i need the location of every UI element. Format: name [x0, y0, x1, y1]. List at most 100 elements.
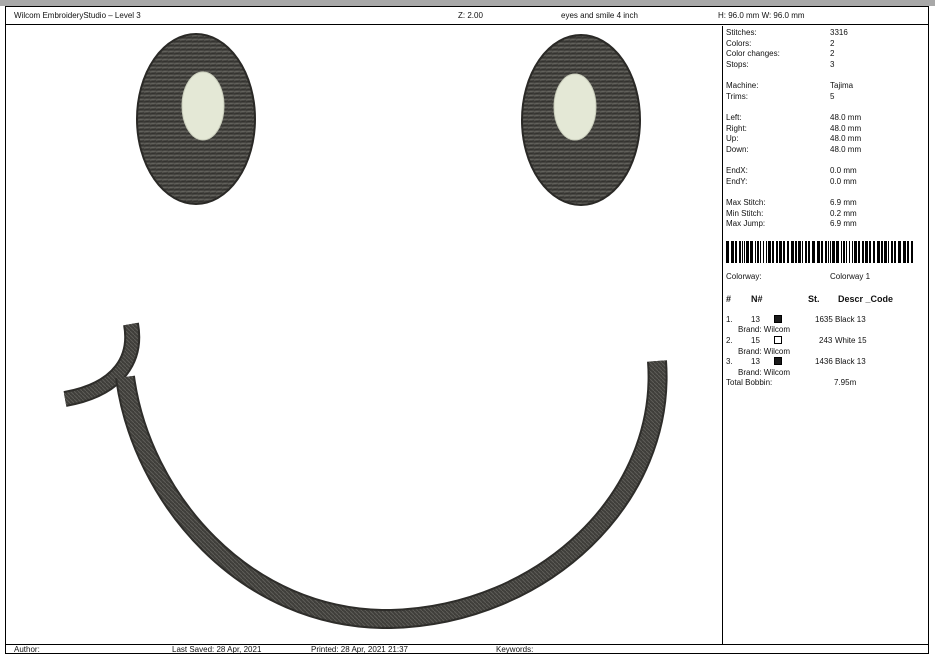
barcode-bar — [739, 241, 741, 263]
color-row-3-stitches: 1436 — [815, 357, 833, 367]
color-row-1-index: 1. — [726, 315, 733, 325]
header-divider — [6, 24, 928, 25]
endy-value: 0.0 mm — [830, 177, 857, 187]
color-row-3-swatch — [774, 357, 782, 365]
machine-value: Tajima — [830, 81, 853, 91]
barcode-bar — [812, 241, 815, 263]
app-title: Wilcom EmbroideryStudio – Level 3 — [14, 11, 141, 21]
barcode-bar — [825, 241, 827, 263]
total-bobbin-label: Total Bobbin: — [726, 378, 772, 388]
barcode-bar — [798, 241, 801, 263]
colorway-label: Colorway: — [726, 272, 762, 282]
min-stitch-value: 0.2 mm — [830, 209, 857, 219]
stitches-label: Stitches: — [726, 28, 757, 38]
barcode-bar — [841, 241, 842, 263]
color-changes-value: 2 — [830, 49, 834, 59]
barcode-bar — [894, 241, 896, 263]
barcode-bar — [881, 241, 883, 263]
colorway-value: Colorway 1 — [830, 272, 870, 282]
barcode-bar — [836, 241, 839, 263]
color-row-3-brand: Brand: Wilcom — [738, 368, 790, 378]
barcode-bar — [884, 241, 887, 263]
total-bobbin-value: 7.95m — [834, 378, 856, 388]
printed-field: Printed: 28 Apr, 2021 21:37 — [311, 645, 408, 655]
keywords-field: Keywords: — [496, 645, 533, 655]
barcode-bar — [903, 241, 906, 263]
left-extent-value: 48.0 mm — [830, 113, 861, 123]
color-row-2-description: White 15 — [835, 336, 867, 346]
barcode-bar — [750, 241, 753, 263]
author-field: Author: — [14, 645, 40, 655]
stitches-value: 3316 — [830, 28, 848, 38]
max-stitch-label: Max Stitch: — [726, 198, 766, 208]
barcode-bar — [776, 241, 778, 263]
color-row-3-description: Black 13 — [835, 357, 866, 367]
endx-value: 0.0 mm — [830, 166, 857, 176]
up-extent-label: Up: — [726, 134, 738, 144]
footer-divider — [6, 644, 928, 645]
color-row-2-brand: Brand: Wilcom — [738, 347, 790, 357]
barcode-bar — [726, 241, 729, 263]
barcode-bar — [865, 241, 868, 263]
color-table-col-index: # — [726, 294, 731, 304]
barcode-bar — [828, 241, 829, 263]
barcode-bar — [862, 241, 864, 263]
barcode-bar — [873, 241, 875, 263]
color-row-1-swatch — [774, 315, 782, 323]
endy-label: EndY: — [726, 177, 747, 187]
barcode-bar — [888, 241, 889, 263]
barcode-bar — [877, 241, 880, 263]
color-row-3-index: 3. — [726, 357, 733, 367]
up-extent-value: 48.0 mm — [830, 134, 861, 144]
barcode-bar — [755, 241, 756, 263]
barcode-bar — [768, 241, 771, 263]
max-jump-value: 6.9 mm — [830, 219, 857, 229]
color-row-2-index: 2. — [726, 336, 733, 346]
info-panel-divider — [722, 26, 723, 644]
color-table-col-n: N# — [751, 294, 763, 304]
barcode-bar — [858, 241, 860, 263]
left-eye-highlight — [182, 72, 224, 140]
barcode — [726, 241, 913, 263]
barcode-bar — [830, 241, 831, 263]
colors-value: 2 — [830, 39, 834, 49]
last-saved-field: Last Saved: 28 Apr, 2021 — [172, 645, 261, 655]
max-stitch-value: 6.9 mm — [830, 198, 857, 208]
barcode-bar — [763, 241, 764, 263]
color-row-3-number: 13 — [751, 357, 760, 367]
left-extent-label: Left: — [726, 113, 742, 123]
design-name: eyes and smile 4 inch — [561, 11, 638, 21]
barcode-bar — [821, 241, 823, 263]
barcode-bar — [760, 241, 761, 263]
down-extent-value: 48.0 mm — [830, 145, 861, 155]
max-jump-label: Max Jump: — [726, 219, 765, 229]
color-row-2-number: 15 — [751, 336, 760, 346]
machine-label: Machine: — [726, 81, 758, 91]
right-extent-label: Right: — [726, 124, 747, 134]
color-row-1-brand: Brand: Wilcom — [738, 325, 790, 335]
barcode-bar — [911, 241, 913, 263]
barcode-bar — [772, 241, 774, 263]
down-extent-label: Down: — [726, 145, 749, 155]
barcode-bar — [898, 241, 901, 263]
barcode-bar — [869, 241, 871, 263]
barcode-bar — [849, 241, 850, 263]
trims-value: 5 — [830, 92, 834, 102]
barcode-bar — [852, 241, 853, 263]
barcode-bar — [891, 241, 893, 263]
barcode-bar — [907, 241, 909, 263]
barcode-bar — [817, 241, 820, 263]
color-changes-label: Color changes: — [726, 49, 780, 59]
endx-label: EndX: — [726, 166, 748, 176]
color-row-1-stitches: 1635 — [815, 315, 833, 325]
barcode-bar — [843, 241, 845, 263]
color-row-2-swatch — [774, 336, 782, 344]
barcode-bar — [766, 241, 767, 263]
stops-value: 3 — [830, 60, 834, 70]
min-stitch-label: Min Stitch: — [726, 209, 763, 219]
smile-mouth — [65, 324, 658, 619]
color-table-col-stitches: St. — [808, 294, 820, 304]
barcode-bar — [832, 241, 835, 263]
barcode-bar — [854, 241, 857, 263]
barcode-bar — [802, 241, 803, 263]
